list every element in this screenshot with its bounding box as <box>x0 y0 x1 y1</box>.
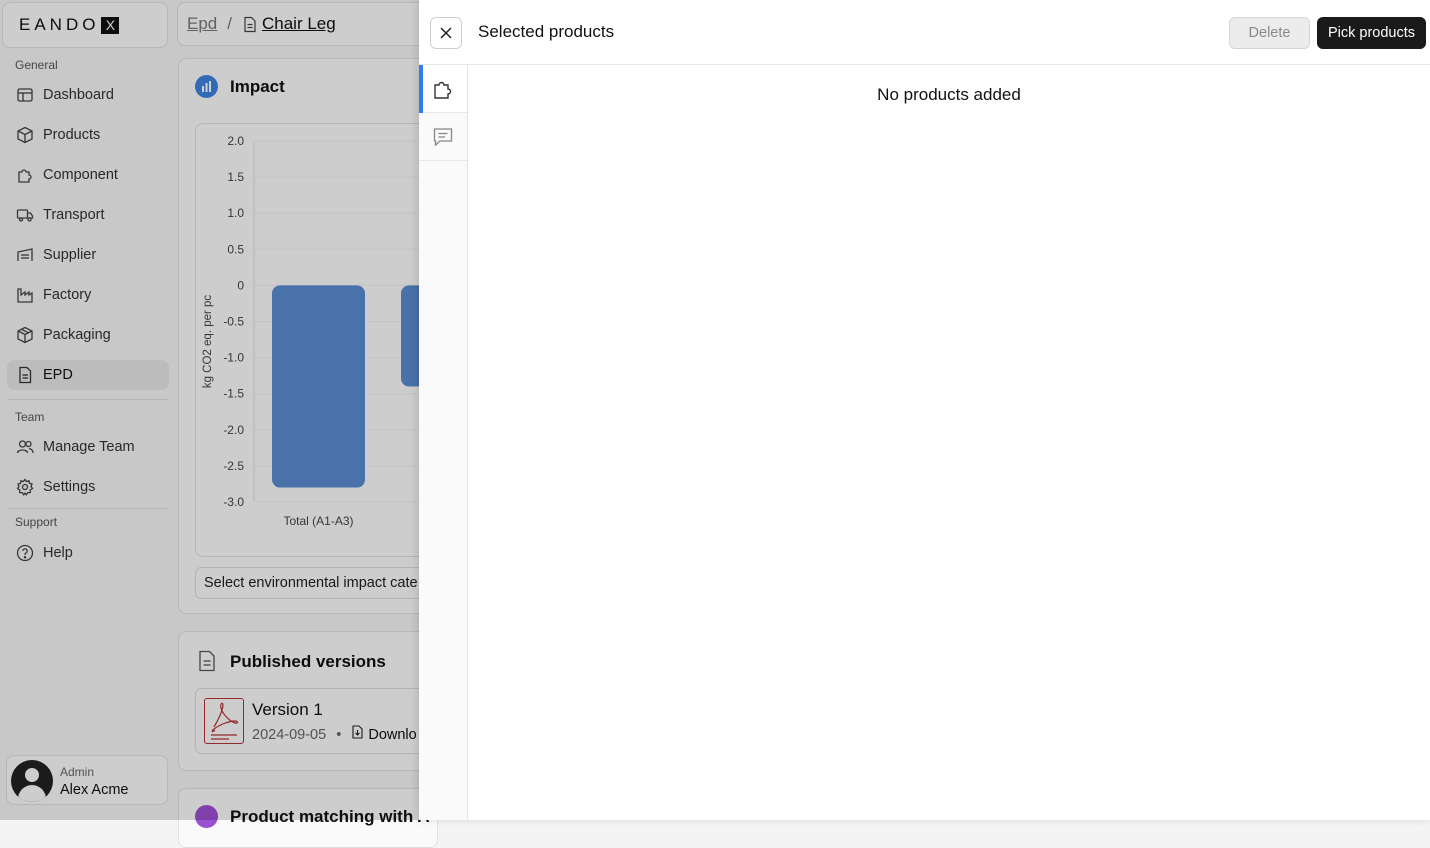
delete-button[interactable]: Delete <box>1229 17 1310 49</box>
tab-comments[interactable] <box>419 113 467 161</box>
tab-products[interactable] <box>419 65 467 113</box>
comment-icon <box>433 127 453 146</box>
drawer-header: Selected products Delete Pick products <box>419 0 1430 65</box>
pick-products-button[interactable]: Pick products <box>1317 17 1426 49</box>
drawer-tab-rail <box>419 65 468 820</box>
close-button[interactable] <box>430 17 462 49</box>
empty-state-message: No products added <box>877 85 1021 104</box>
close-icon <box>440 27 452 39</box>
puzzle-icon <box>434 81 452 99</box>
selected-products-drawer: Selected products Delete Pick products N… <box>419 0 1430 820</box>
drawer-title: Selected products <box>478 22 615 41</box>
